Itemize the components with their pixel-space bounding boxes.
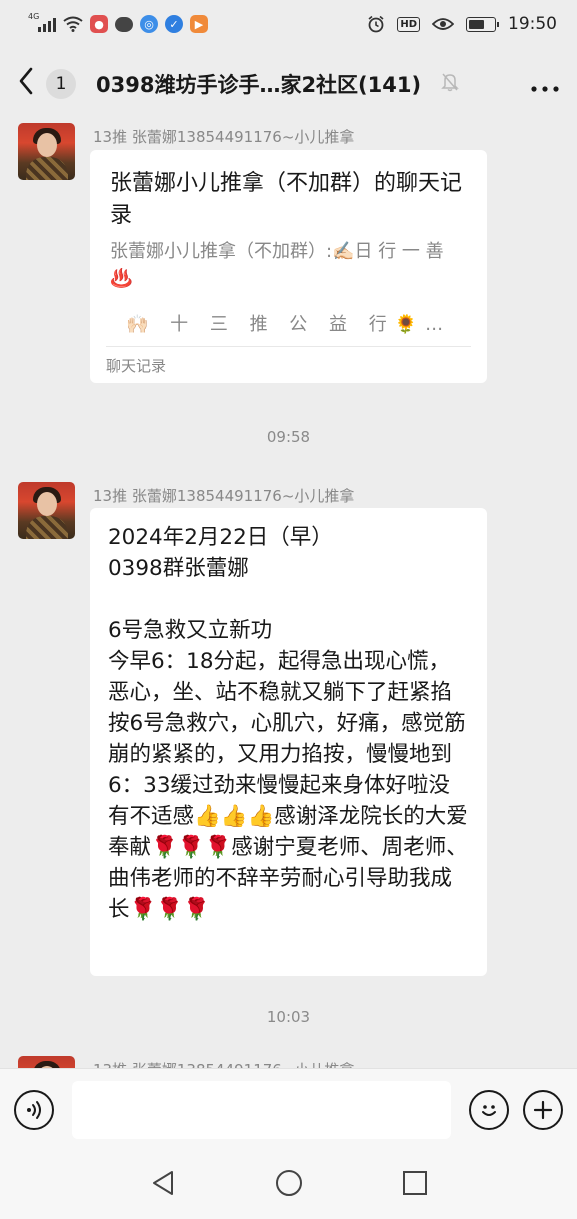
alarm-icon: [368, 15, 384, 33]
message-item: 13推 张蕾娜13854491176~小儿推拿: [0, 1056, 577, 1068]
mic-app-icon: ●: [90, 15, 108, 33]
browser-app-icon: ◎: [140, 15, 158, 33]
avatar[interactable]: [18, 1056, 75, 1068]
nav-recents-icon[interactable]: [402, 1170, 428, 1200]
more-options-button[interactable]: [531, 72, 559, 96]
message-bubble-icon: [115, 16, 133, 32]
clock: 19:50: [508, 14, 557, 34]
video-app-icon: ▶: [190, 15, 208, 33]
chat-record-card[interactable]: 张蕾娜小儿推拿（不加群）的聊天记录 张蕾娜小儿推拿（不加群）:✍🏻日 行 一 善…: [90, 150, 487, 383]
timestamp: 10:03: [266, 1008, 311, 1026]
message-input[interactable]: [72, 1080, 451, 1139]
nav-home-icon[interactable]: [275, 1169, 303, 1201]
mute-bell-icon: [441, 72, 459, 97]
hd-badge: HD: [397, 16, 420, 32]
avatar[interactable]: [18, 482, 75, 539]
nav-back-icon[interactable]: [150, 1169, 176, 1201]
unread-count-badge[interactable]: 1: [46, 69, 76, 99]
eye-icon: [432, 18, 454, 30]
input-bar: [0, 1068, 577, 1150]
text-message-bubble[interactable]: 2024年2月22日（早） 0398群张蕾娜 6号急救又立新功 今早6：18分起…: [90, 508, 487, 976]
network-type: 4G: [28, 12, 40, 21]
avatar[interactable]: [18, 123, 75, 180]
sender-name: 13推 张蕾娜13854491176~小儿推拿: [93, 487, 355, 505]
messenger-app-icon: ✓: [165, 15, 183, 33]
battery-icon: [466, 16, 499, 32]
sender-name: 13推 张蕾娜13854491176~小儿推拿: [93, 128, 355, 146]
cell-signal-icon: 4G: [28, 12, 56, 32]
system-navigation-bar: [0, 1150, 577, 1219]
card-preview: 张蕾娜小儿推拿（不加群）:✍🏻日 行 一 善 ♨️: [110, 241, 444, 289]
timestamp: 09:58: [266, 428, 311, 446]
message-text: 2024年2月22日（早） 0398群张蕾娜 6号急救又立新功 今早6：18分起…: [108, 525, 468, 922]
plus-icon[interactable]: [523, 1089, 563, 1130]
card-footer: 聊天记录: [106, 346, 471, 382]
card-extra-line: 🙌🏻 十 三 推 公 益 行🌻…: [126, 314, 452, 335]
sender-name: 13推 张蕾娜13854491176~小儿推拿: [93, 1059, 354, 1068]
status-bar: 4G ● ◎ ✓ ▶ HD 19:50: [0, 0, 577, 48]
card-title: 张蕾娜小儿推拿（不加群）的聊天记录: [110, 171, 463, 228]
chat-title: 0398潍坊手诊手…家2社区(141): [96, 73, 422, 97]
emoji-icon[interactable]: [469, 1089, 509, 1130]
chat-header: 1 0398潍坊手诊手…家2社区(141): [0, 48, 577, 120]
back-icon[interactable]: [18, 67, 34, 101]
voice-icon[interactable]: [14, 1089, 54, 1130]
wifi-icon: [63, 16, 83, 32]
